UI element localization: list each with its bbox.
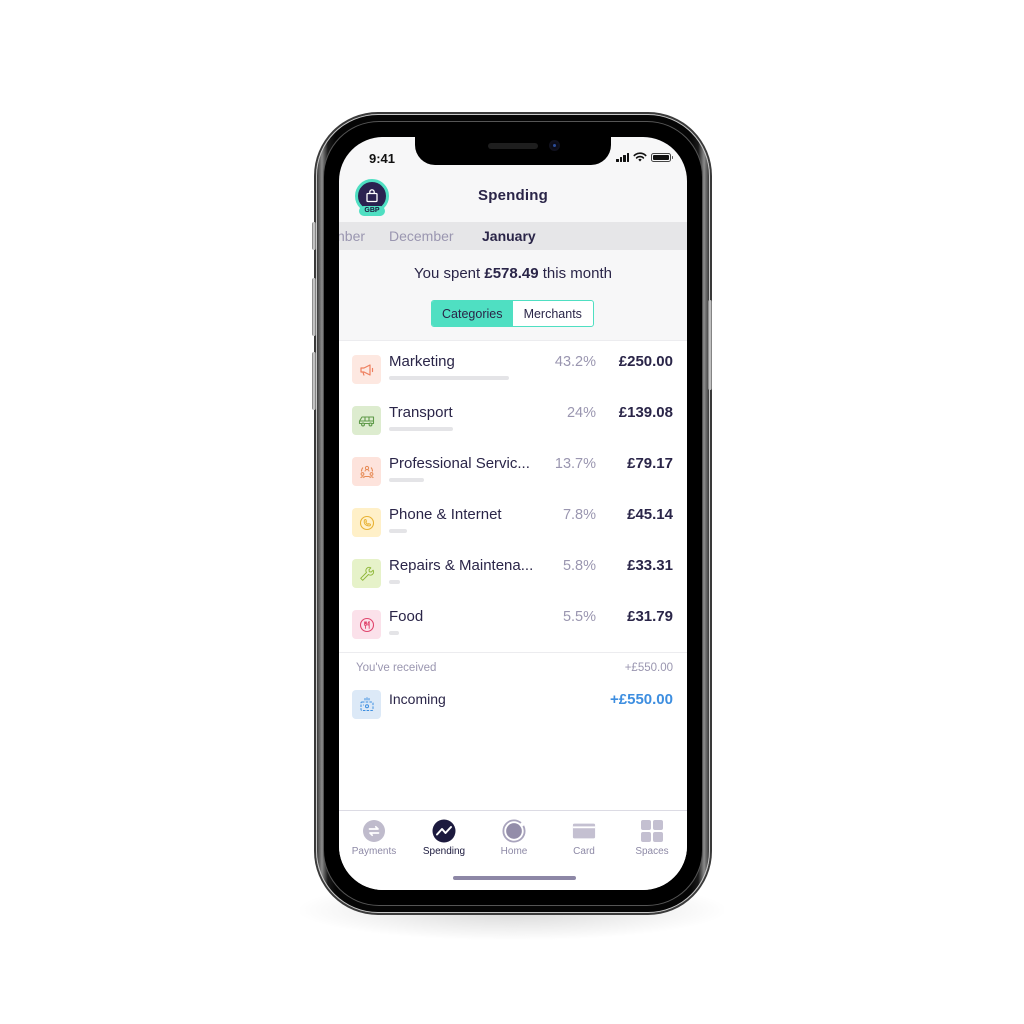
summary-prefix: You spent: [414, 265, 485, 282]
header: GBP Spending: [339, 177, 687, 222]
card-icon: [572, 823, 596, 839]
category-icon-bg: [352, 457, 381, 486]
category-icon-bg: [352, 559, 381, 588]
category-percent: 7.8%: [562, 507, 596, 523]
tab-label: Payments: [351, 846, 397, 857]
category-row[interactable]: Repairs & Maintena... 5.8% £33.31: [339, 545, 687, 596]
wifi-icon: [633, 152, 647, 162]
incoming-icon-bg: [352, 690, 381, 719]
category-share-bar: [389, 376, 509, 380]
app-screen: 9:41 GBP Spending nber December January: [339, 137, 687, 890]
category-name: Marketing: [389, 353, 455, 370]
trend-line-icon: [432, 819, 456, 843]
phone-icon: [359, 515, 374, 530]
volume-down-button: [312, 352, 316, 410]
tab-label: Spending: [422, 846, 466, 857]
month-tab-december[interactable]: December: [389, 228, 454, 244]
month-tab-january[interactable]: January: [482, 228, 536, 244]
category-amount: £33.31: [627, 557, 673, 574]
tab-home[interactable]: Home: [479, 819, 549, 857]
category-row[interactable]: Marketing 43.2% £250.00: [339, 341, 687, 392]
category-row[interactable]: Phone & Internet 7.8% £45.14: [339, 494, 687, 545]
speaker: [488, 143, 538, 149]
bottom-tab-bar: Payments Spending Home Card Spaces: [339, 810, 687, 890]
currency-badge: GBP: [359, 206, 385, 216]
category-icon-bg: [352, 610, 381, 639]
incoming-amount: +£550.00: [610, 691, 673, 708]
page-title: Spending: [478, 187, 548, 204]
van-icon: [358, 415, 374, 426]
volume-up-button: [312, 278, 316, 336]
category-share-bar: [389, 580, 400, 584]
category-share-bar: [389, 478, 424, 482]
category-amount: £250.00: [618, 353, 673, 370]
view-toggle: Categories Merchants: [431, 300, 594, 327]
tab-spaces[interactable]: Spaces: [617, 819, 687, 857]
category-percent: 24%: [566, 405, 596, 421]
spending-summary: You spent £578.49 this month: [339, 265, 687, 282]
mute-switch: [312, 222, 316, 250]
category-icon-bg: [352, 406, 381, 435]
category-name: Phone & Internet: [389, 506, 502, 523]
category-share-bar: [389, 427, 453, 431]
category-row[interactable]: Food 5.5% £31.79: [339, 596, 687, 647]
category-amount: £31.79: [627, 608, 673, 625]
category-icon-bg: [352, 355, 381, 384]
transfer-arrows-icon: [363, 820, 385, 842]
category-amount: £79.17: [627, 455, 673, 472]
category-share-bar: [389, 529, 407, 533]
front-camera: [549, 140, 560, 151]
tab-label: Spaces: [635, 846, 669, 857]
category-amount: £139.08: [618, 404, 673, 421]
category-row[interactable]: Transport 24% £139.08: [339, 392, 687, 443]
categories-tab[interactable]: Categories: [432, 301, 513, 326]
tab-card[interactable]: Card: [549, 819, 619, 857]
tab-payments[interactable]: Payments: [339, 819, 409, 857]
category-amount: £45.14: [627, 506, 673, 523]
incoming-name[interactable]: Incoming: [389, 691, 446, 707]
category-name: Professional Servic...: [389, 455, 530, 472]
category-row[interactable]: Professional Servic... 13.7% £79.17: [339, 443, 687, 494]
summary-suffix: this month: [538, 265, 612, 282]
merchants-tab[interactable]: Merchants: [513, 301, 594, 326]
received-label: You've received: [356, 662, 437, 674]
tab-spending[interactable]: Spending: [409, 819, 479, 857]
megaphone-icon: [359, 363, 373, 376]
category-percent: 5.8%: [562, 558, 596, 574]
tab-label: Card: [573, 846, 595, 857]
category-icon-bg: [352, 508, 381, 537]
summary-amount: £578.49: [484, 265, 539, 282]
category-percent: 13.7%: [554, 456, 596, 472]
received-total: +£550.00: [624, 662, 673, 674]
notch: [415, 137, 611, 165]
tab-label: Home: [500, 846, 528, 857]
category-percent: 43.2%: [554, 354, 596, 370]
category-share-bar: [389, 631, 399, 635]
home-ring-icon: [502, 819, 526, 843]
status-icons: [616, 152, 673, 162]
home-indicator[interactable]: [453, 876, 576, 880]
category-percent: 5.5%: [562, 609, 596, 625]
category-name: Food: [389, 608, 424, 625]
category-name: Transport: [389, 404, 453, 421]
signal-icon: [616, 152, 629, 162]
cutlery-icon: [359, 617, 374, 632]
month-selector: nber December January: [339, 222, 687, 250]
grid-icon: [641, 820, 663, 842]
category-list: Marketing 43.2% £250.00 Transport 24% £1…: [339, 340, 687, 810]
people-network-icon: [359, 465, 374, 478]
month-tab-november[interactable]: nber: [339, 228, 365, 244]
category-name: Repairs & Maintena...: [389, 557, 534, 574]
cash-register-icon: [360, 696, 373, 711]
wrench-icon: [359, 566, 374, 581]
status-time: 9:41: [369, 151, 396, 166]
section-divider: [339, 652, 687, 653]
power-button: [708, 300, 712, 390]
battery-icon: [651, 152, 673, 162]
